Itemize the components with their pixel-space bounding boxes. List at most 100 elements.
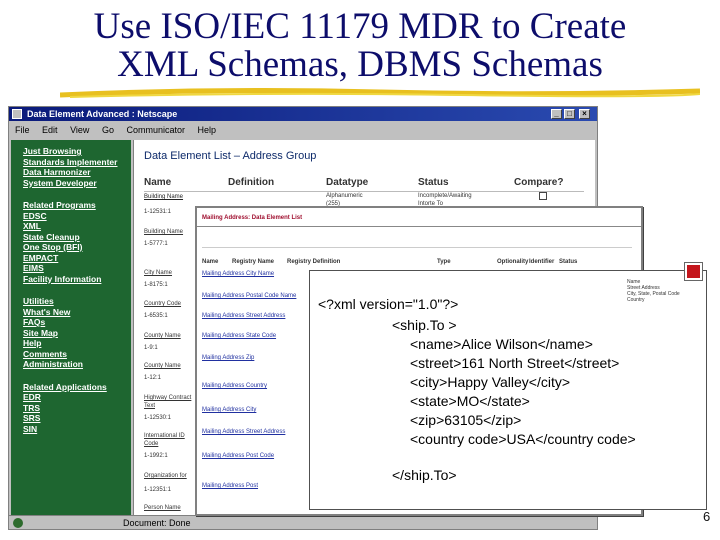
row-name[interactable]: Building Name: [144, 228, 183, 236]
overlay-registry-link[interactable]: Mailing Address City Name: [202, 270, 274, 278]
row-status: Incomplete/Awaiting: [418, 193, 472, 199]
row-id: 1-1992:1: [144, 453, 168, 459]
nav-related-programs[interactable]: Related Programs: [23, 200, 131, 211]
mailing-address-title: Mailing Address: Data Element List: [202, 215, 303, 221]
row-name[interactable]: Building Name: [144, 193, 183, 201]
nav-group-applications: Related Applications EDR TRS SRS SIN: [23, 382, 131, 435]
row-name[interactable]: County Name: [144, 332, 181, 340]
row-name[interactable]: City Name: [144, 269, 172, 277]
status-text: Document: Done: [123, 518, 191, 528]
overlay-col-identifier: Identifier: [529, 259, 555, 265]
nav-empact[interactable]: EMPACT: [23, 253, 131, 264]
xml-zip: <zip>63105</zip>: [410, 412, 522, 428]
nav-system-developer[interactable]: System Developer: [23, 178, 131, 189]
nav-data-harmonizer[interactable]: Data Harmonizer: [23, 167, 131, 178]
xml-window: Name Street Address City, State, Postal …: [309, 262, 707, 510]
menu-view[interactable]: View: [70, 125, 89, 135]
row-id: 1-5777:1: [144, 241, 168, 247]
overlay-description: [202, 234, 632, 248]
xml-country-code: <country code>USA</country code>: [410, 431, 636, 447]
status-bar: Document: Done: [9, 515, 597, 529]
header-divider: [144, 191, 584, 192]
nav-standards-implementer[interactable]: Standards Implementer: [23, 157, 131, 168]
menu-file[interactable]: File: [15, 125, 30, 135]
nav-whats-new[interactable]: What's New: [23, 307, 131, 318]
overlay-col-status: Status: [559, 259, 578, 265]
overlay-registry-link[interactable]: Mailing Address Country: [202, 382, 267, 390]
overlay-registry-link[interactable]: Mailing Address Street Address: [202, 428, 285, 436]
nav-edsc[interactable]: EDSC: [23, 211, 131, 222]
nav-edr[interactable]: EDR: [23, 392, 131, 403]
maximize-icon[interactable]: □: [564, 109, 575, 119]
row-name-cont[interactable]: Code: [144, 440, 158, 448]
nav-administration[interactable]: Administration: [23, 359, 131, 370]
xml-code-block: <?xml version="1.0"?> <ship.To > <name>A…: [310, 271, 706, 509]
xml-state: <state>MO</state>: [410, 393, 530, 409]
nav-comments[interactable]: Comments: [23, 349, 131, 360]
overlay-col-name: Name: [202, 259, 219, 265]
menu-help[interactable]: Help: [198, 125, 217, 135]
nav-related-applications[interactable]: Related Applications: [23, 382, 131, 393]
column-header-name: Name: [144, 177, 172, 188]
column-header-compare: Compare?: [514, 177, 564, 188]
nav-group-roles: Just Browsing Standards Implementer Data…: [23, 146, 131, 188]
overlay-registry-link[interactable]: Mailing Address Post: [202, 482, 258, 490]
xml-declaration: <?xml version="1.0"?>: [318, 296, 459, 312]
row-id: 1-6535:1: [144, 313, 168, 319]
minimize-icon[interactable]: _: [551, 109, 562, 119]
row-name[interactable]: Person Name: [144, 504, 181, 512]
nav-facility-information[interactable]: Facility Information: [23, 274, 131, 285]
overlay-col-optionality: Optionality: [497, 259, 529, 265]
nav-eims[interactable]: EIMS: [23, 263, 131, 274]
slide-number: 6: [703, 509, 711, 524]
overlay-registry-link[interactable]: Mailing Address Zip: [202, 354, 254, 362]
nav-just-browsing[interactable]: Just Browsing: [23, 146, 131, 157]
title-underline-brush: [60, 88, 700, 98]
nav-srs[interactable]: SRS: [23, 413, 131, 424]
nav-help[interactable]: Help: [23, 338, 131, 349]
page-heading: Data Element List – Address Group: [144, 150, 317, 162]
security-icon: [13, 518, 23, 528]
nav-site-map[interactable]: Site Map: [23, 328, 131, 339]
row-id: 1-12:1: [144, 375, 162, 381]
xml-name: <name>Alice Wilson</name>: [410, 336, 593, 352]
overlay-divider: [197, 226, 641, 227]
overlay-registry-link[interactable]: Mailing Address State Code: [202, 332, 276, 340]
row-name[interactable]: County Name: [144, 362, 181, 370]
row-id: 1-8175:1: [144, 282, 168, 288]
nav-faqs[interactable]: FAQs: [23, 317, 131, 328]
overlay-col-registry-name: Registry Name: [232, 259, 275, 265]
row-datatype: Alphanumeric: [326, 193, 363, 199]
left-navigation: Just Browsing Standards Implementer Data…: [11, 140, 131, 515]
row-name[interactable]: International ID: [144, 432, 185, 440]
nav-one-stop[interactable]: One Stop (BFI): [23, 242, 131, 253]
close-icon[interactable]: ×: [579, 109, 590, 119]
menu-go[interactable]: Go: [102, 125, 114, 135]
column-header-status: Status: [418, 177, 449, 188]
nav-xml[interactable]: XML: [23, 221, 131, 232]
nav-trs[interactable]: TRS: [23, 403, 131, 414]
xml-street: <street>161 North Street</street>: [410, 355, 620, 371]
column-header-definition: Definition: [228, 177, 275, 188]
row-id: 1-12531:1: [144, 209, 172, 215]
overlay-registry-link[interactable]: Mailing Address Postal Code Name: [202, 292, 296, 300]
nav-utilities[interactable]: Utilities: [23, 296, 131, 307]
row-name[interactable]: Highway Contract: [144, 394, 191, 402]
row-name-cont[interactable]: Text: [144, 402, 155, 410]
overlay-registry-link[interactable]: Mailing Address City: [202, 406, 256, 414]
slide-title: Use ISO/IEC 11179 MDR to Create XML Sche…: [0, 8, 720, 84]
slide-title-line-1: Use ISO/IEC 11179 MDR to Create: [93, 6, 627, 47]
nav-sin[interactable]: SIN: [23, 424, 131, 435]
row-name[interactable]: Country Code: [144, 300, 181, 308]
menu-edit[interactable]: Edit: [42, 125, 58, 135]
menu-communicator[interactable]: Communicator: [126, 125, 185, 135]
overlay-registry-link[interactable]: Mailing Address Street Address: [202, 312, 285, 320]
xml-shipto-close: </ship.To>: [392, 467, 457, 483]
compare-checkbox[interactable]: [539, 192, 547, 200]
nav-state-cleanup[interactable]: State Cleanup: [23, 232, 131, 243]
overlay-registry-link[interactable]: Mailing Address Post Code: [202, 452, 274, 460]
row-name[interactable]: Organization for: [144, 472, 187, 480]
row-id: 1-9:1: [144, 345, 158, 351]
app-icon: [12, 109, 22, 119]
xml-shipto-open: <ship.To >: [392, 317, 457, 333]
